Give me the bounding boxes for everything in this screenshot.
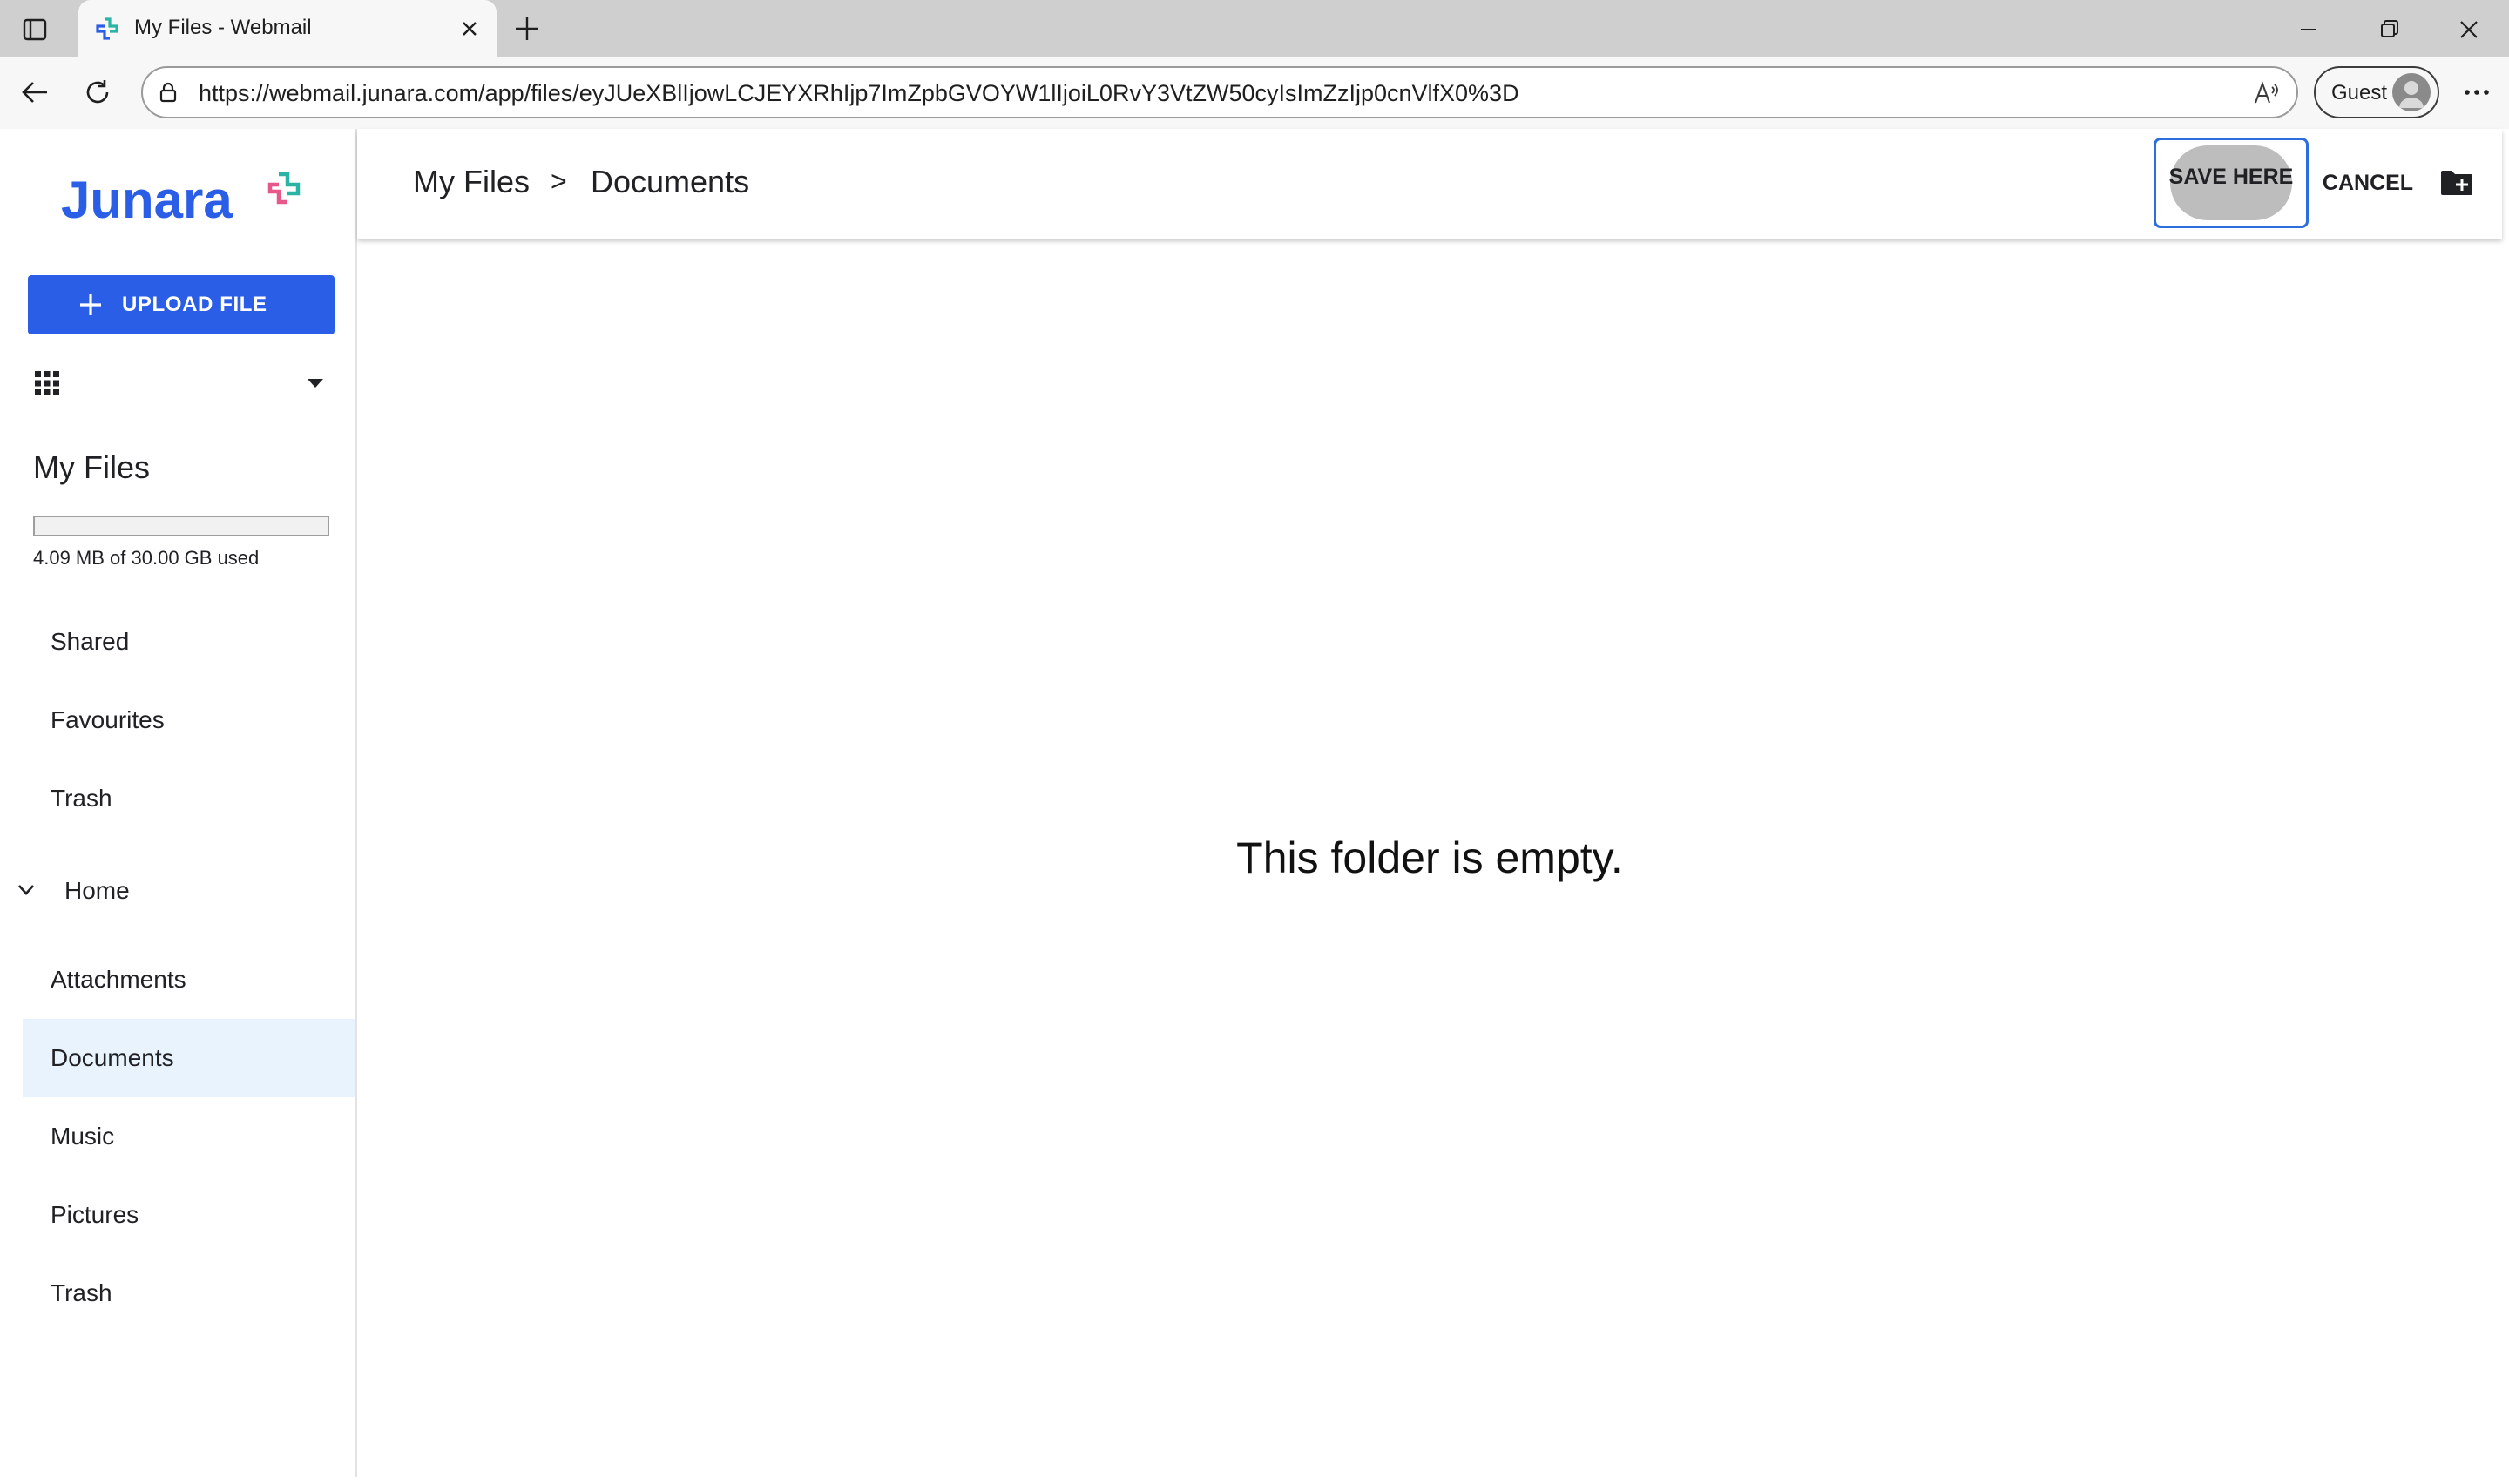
sidebar-item-music[interactable]: Music <box>23 1097 355 1176</box>
sidebar-item-home[interactable]: Home <box>7 852 355 930</box>
main-content: My Files > Documents SAVE HERE CANCEL Th… <box>357 129 2502 1477</box>
address-bar[interactable]: https://webmail.junara.com/app/files/eyJ… <box>141 66 2298 118</box>
sidebar-item-label: Music <box>51 1123 115 1150</box>
sidebar-item-label: Trash <box>51 1279 112 1306</box>
app-grid-icon[interactable] <box>33 369 61 397</box>
empty-folder-message: This folder is empty. <box>1236 833 1623 882</box>
sidebar-title: My Files <box>33 449 150 485</box>
save-here-label: SAVE HERE <box>2168 165 2294 189</box>
back-arrow-icon[interactable] <box>17 75 52 110</box>
logo-wordmark: Junara <box>61 171 233 228</box>
sidebar-item-shared[interactable]: Shared <box>23 603 355 681</box>
sidebar: Junara UPLOAD FILE My Files 4.09 MB of 3… <box>7 129 357 1477</box>
caret-down-icon[interactable] <box>305 376 326 390</box>
browser-toolbar: https://webmail.junara.com/app/files/eyJ… <box>0 57 2509 129</box>
cancel-button[interactable]: CANCEL <box>2316 162 2420 204</box>
sidebar-item-label: Documents <box>51 1044 174 1071</box>
tab-title: My Files - Webmail <box>134 16 312 39</box>
upload-file-label: UPLOAD FILE <box>122 293 267 316</box>
sidebar-item-documents[interactable]: Documents <box>23 1019 355 1097</box>
breadcrumb-my-files[interactable]: My Files <box>413 164 530 200</box>
lock-icon[interactable] <box>155 79 181 105</box>
sidebar-item-label: Home <box>64 877 130 904</box>
junara-logo[interactable]: Junara <box>61 167 314 229</box>
breadcrumb-documents[interactable]: Documents <box>591 164 749 200</box>
junara-favicon-icon <box>94 16 120 42</box>
plus-icon <box>78 293 103 317</box>
url-text[interactable]: https://webmail.junara.com/app/files/eyJ… <box>199 80 1519 107</box>
new-tab-icon[interactable] <box>511 12 544 45</box>
sidebar-item-pictures[interactable]: Pictures <box>23 1176 355 1254</box>
chevron-down-icon[interactable] <box>14 878 38 902</box>
sidebar-item-attachments[interactable]: Attachments <box>23 941 355 1019</box>
minimize-window-icon[interactable] <box>2291 12 2326 47</box>
storage-quota-text: 4.09 MB of 30.00 GB used <box>33 547 260 569</box>
restore-window-icon[interactable] <box>2371 12 2406 47</box>
sidebar-item-label: Attachments <box>51 966 186 993</box>
tab-actions-icon[interactable] <box>19 14 51 45</box>
sidebar-item-home-trash[interactable]: Trash <box>23 1254 355 1332</box>
browser-tab-active[interactable]: My Files - Webmail <box>78 0 497 57</box>
save-here-button[interactable]: SAVE HERE <box>2154 138 2309 228</box>
sidebar-item-label: Pictures <box>51 1201 139 1228</box>
breadcrumb-separator: > <box>551 165 567 197</box>
sidebar-item-label: Trash <box>51 785 112 812</box>
upload-file-button[interactable]: UPLOAD FILE <box>28 275 335 334</box>
close-window-icon[interactable] <box>2452 12 2486 47</box>
storage-quota-bar <box>33 516 329 536</box>
guest-avatar-icon <box>2392 73 2431 111</box>
reload-icon[interactable] <box>80 75 115 110</box>
webmail-app: Junara UPLOAD FILE My Files 4.09 MB of 3… <box>7 129 2502 1477</box>
new-folder-icon[interactable] <box>2438 165 2476 200</box>
folder-toolbar: My Files > Documents SAVE HERE CANCEL <box>357 129 2502 239</box>
more-options-icon[interactable] <box>2458 75 2495 110</box>
close-tab-icon[interactable] <box>455 14 484 44</box>
read-aloud-icon[interactable] <box>2251 78 2281 108</box>
sidebar-item-trash[interactable]: Trash <box>23 759 355 838</box>
profile-label: Guest <box>2331 81 2388 105</box>
sidebar-item-favourites[interactable]: Favourites <box>23 681 355 759</box>
profile-button[interactable]: Guest <box>2314 66 2439 118</box>
sidebar-item-label: Shared <box>51 628 130 655</box>
sidebar-item-label: Favourites <box>51 706 165 733</box>
browser-tab-bar: My Files - Webmail <box>0 0 2509 57</box>
